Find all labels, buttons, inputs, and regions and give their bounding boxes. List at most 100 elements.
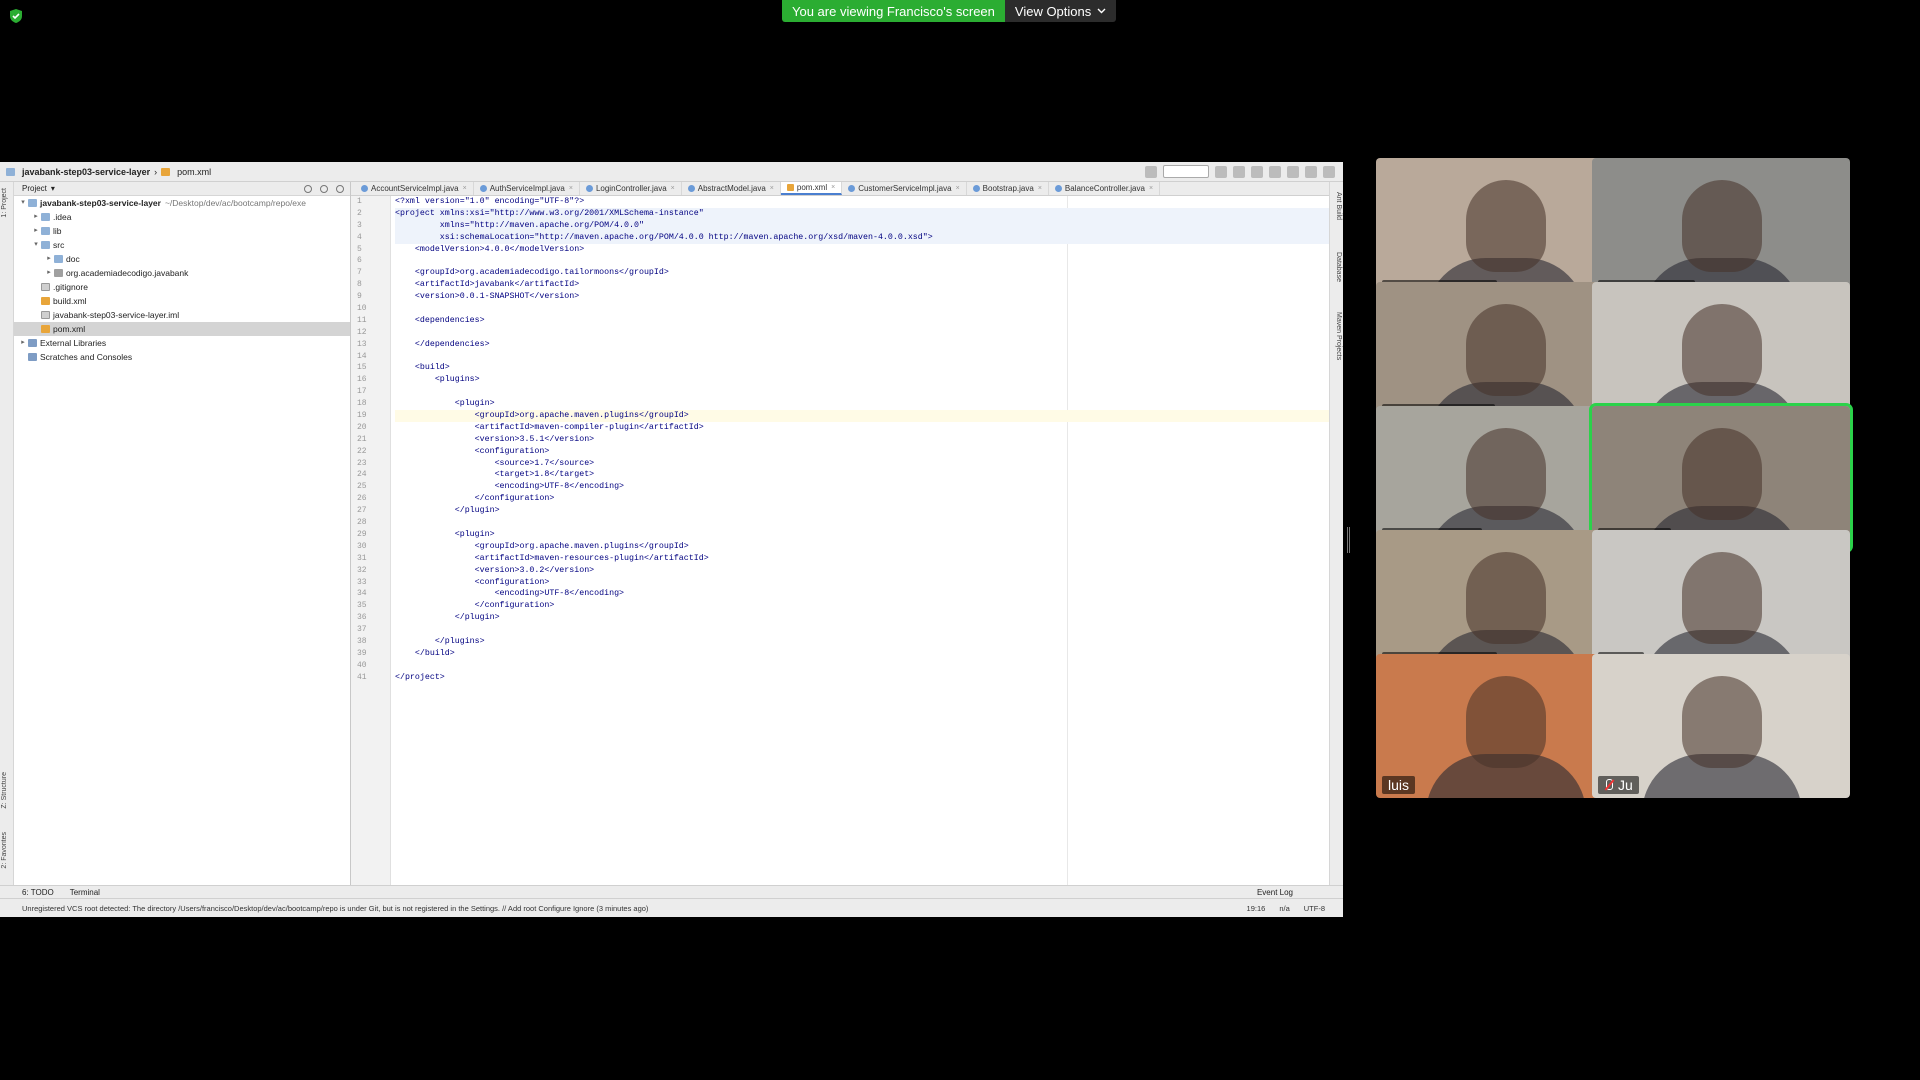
breadcrumb-file[interactable]: pom.xml [177, 167, 211, 177]
tool-tab-structure[interactable]: Z: Structure [1, 772, 8, 809]
close-tab-icon[interactable]: × [831, 184, 835, 191]
tree-item[interactable]: ▾ javabank-step03-service-layer ~/Desktop/… [14, 196, 350, 210]
expanded-arrow-icon[interactable]: ▾ [18, 196, 28, 210]
file-encoding[interactable]: UTF-8 [1304, 904, 1325, 913]
run-icon[interactable] [1215, 165, 1227, 178]
close-tab-icon[interactable]: × [956, 185, 960, 192]
editor-tab[interactable]: CustomerServiceImpl.java × [842, 182, 967, 195]
locate-icon[interactable] [304, 184, 312, 193]
close-tab-icon[interactable]: × [1038, 185, 1042, 192]
line-number: 25 [357, 482, 367, 492]
code-line: </configuration> [395, 494, 555, 504]
participant-video-tile[interactable]: Francisco [1589, 403, 1853, 553]
close-tab-icon[interactable]: × [569, 185, 573, 192]
tool-tab-maven-projects[interactable]: Maven Projects [1335, 312, 1342, 360]
tool-tab-favorites[interactable]: 2: Favorites [1, 832, 8, 869]
tree-item[interactable]: ▾ src [14, 238, 350, 252]
view-options-button[interactable]: View Options [1004, 0, 1117, 22]
gear-icon[interactable] [336, 184, 344, 193]
debug-icon[interactable] [1233, 165, 1245, 178]
split-divider-handle[interactable] [1347, 527, 1350, 553]
tree-item[interactable]: ▸ org.academiadecodigo.javabank [14, 266, 350, 280]
tree-item[interactable]: ▸ lib [14, 224, 350, 238]
collapsed-arrow-icon[interactable]: ▸ [44, 252, 54, 266]
search-icon[interactable] [1323, 165, 1335, 178]
code-line: </project> [395, 672, 445, 682]
event-log-tab[interactable]: Event Log [1257, 888, 1293, 897]
tree-item[interactable]: .gitignore [14, 280, 350, 294]
java-class-icon [972, 185, 980, 192]
project-structure-icon[interactable] [1305, 165, 1317, 178]
code-area[interactable]: <?xml version="1.0" encoding="UTF-8"?> <p… [395, 196, 1329, 897]
build-icon[interactable] [1145, 165, 1157, 178]
tree-item[interactable]: ▸ .idea [14, 210, 350, 224]
participant-video-tile[interactable]: Carlos Nunes [1592, 282, 1850, 426]
collapse-icon[interactable] [320, 184, 328, 193]
tree-item-label: .gitignore [53, 282, 88, 292]
editor-tab[interactable]: AccountServiceImpl.java × [355, 182, 474, 195]
editor-tabs: AccountServiceImpl.java × AuthServiceImpl.… [351, 182, 1329, 196]
view-options-label: View Options [1014, 3, 1092, 19]
tree-item-label: build.xml [53, 296, 87, 306]
tool-tab-ant-build[interactable]: Ant Build [1335, 192, 1342, 220]
cursor-position[interactable]: 19:16 [1247, 904, 1266, 913]
editor-tab[interactable]: LoginController.java × [580, 182, 682, 195]
breadcrumb-project[interactable]: javabank-step03-service-layer [22, 167, 150, 177]
lib-icon [28, 339, 37, 347]
folder-icon [28, 199, 37, 207]
folder-icon [41, 213, 50, 221]
tool-tab-project[interactable]: 1: Project [1, 188, 8, 218]
editor-tab[interactable]: AbstractModel.java × [682, 182, 781, 195]
close-tab-icon[interactable]: × [463, 185, 467, 192]
close-tab-icon[interactable]: × [1149, 185, 1153, 192]
line-number: 4 [357, 232, 362, 242]
code-line: <version>3.5.1</version> [395, 434, 595, 444]
collapsed-arrow-icon[interactable]: ▸ [18, 336, 28, 350]
collapsed-arrow-icon[interactable]: ▸ [44, 266, 54, 280]
editor-tab-label: LoginController.java [595, 184, 667, 193]
code-line: <configuration> [395, 577, 550, 587]
tree-item[interactable]: build.xml [14, 294, 350, 308]
line-number: 8 [357, 280, 362, 290]
tree-item[interactable]: ▸ doc [14, 252, 350, 266]
close-tab-icon[interactable]: × [671, 185, 675, 192]
code-line: </plugins> [395, 636, 485, 646]
line-number: 6 [357, 256, 362, 266]
terminal-tab[interactable]: Terminal [70, 888, 100, 897]
status-message[interactable]: Unregistered VCS root detected: The dire… [22, 904, 648, 913]
project-panel: Project ▾ ▾ javabank-step03-service-layer… [14, 182, 351, 897]
expanded-arrow-icon[interactable]: ▾ [31, 238, 41, 252]
close-tab-icon[interactable]: × [770, 185, 774, 192]
participant-name-tag: Ju [1598, 776, 1639, 794]
participant-video-tile[interactable]: Ju [1592, 654, 1850, 798]
stop-icon[interactable] [1287, 165, 1299, 178]
collapsed-arrow-icon[interactable]: ▸ [31, 210, 41, 224]
tree-item[interactable]: Scratches and Consoles [14, 350, 350, 364]
run-config-dropdown[interactable] [1163, 165, 1209, 178]
project-view-dropdown[interactable]: Project [22, 184, 47, 193]
tree-item[interactable]: pom.xml [14, 322, 350, 336]
line-separator[interactable]: n/a [1279, 904, 1289, 913]
editor-tab[interactable]: BalanceController.java × [1049, 182, 1161, 195]
todo-tab[interactable]: 6: TODO [22, 888, 54, 897]
coverage-icon[interactable] [1251, 165, 1263, 178]
collapsed-arrow-icon[interactable]: ▸ [31, 224, 41, 238]
status-indicators: 19:16 n/a UTF-8 [1247, 904, 1343, 913]
breadcrumb-separator: › [154, 166, 158, 177]
profile-icon[interactable] [1269, 165, 1281, 178]
code-line: <artifactId>javabank</artifactId> [395, 280, 580, 290]
java-class-icon [361, 185, 368, 192]
participant-video-tile[interactable]: Marco Dias [1592, 158, 1850, 302]
editor-tab-label: AuthServiceImpl.java [489, 184, 565, 193]
xml-file-icon [161, 167, 171, 176]
chevron-down-icon: ▾ [50, 184, 55, 193]
editor-tab[interactable]: AuthServiceImpl.java × [474, 182, 580, 195]
participant-video-tile[interactable]: Sid [1592, 530, 1850, 674]
tree-item[interactable]: javabank-step03-service-layer.iml [14, 308, 350, 322]
editor-tab[interactable]: pom.xml × [780, 182, 843, 195]
editor-tab[interactable]: Bootstrap.java × [967, 182, 1049, 195]
tree-item[interactable]: ▸ External Libraries [14, 336, 350, 350]
security-shield-icon[interactable] [8, 8, 24, 24]
xml-icon [41, 325, 50, 333]
tool-tab-database[interactable]: Database [1335, 252, 1342, 282]
